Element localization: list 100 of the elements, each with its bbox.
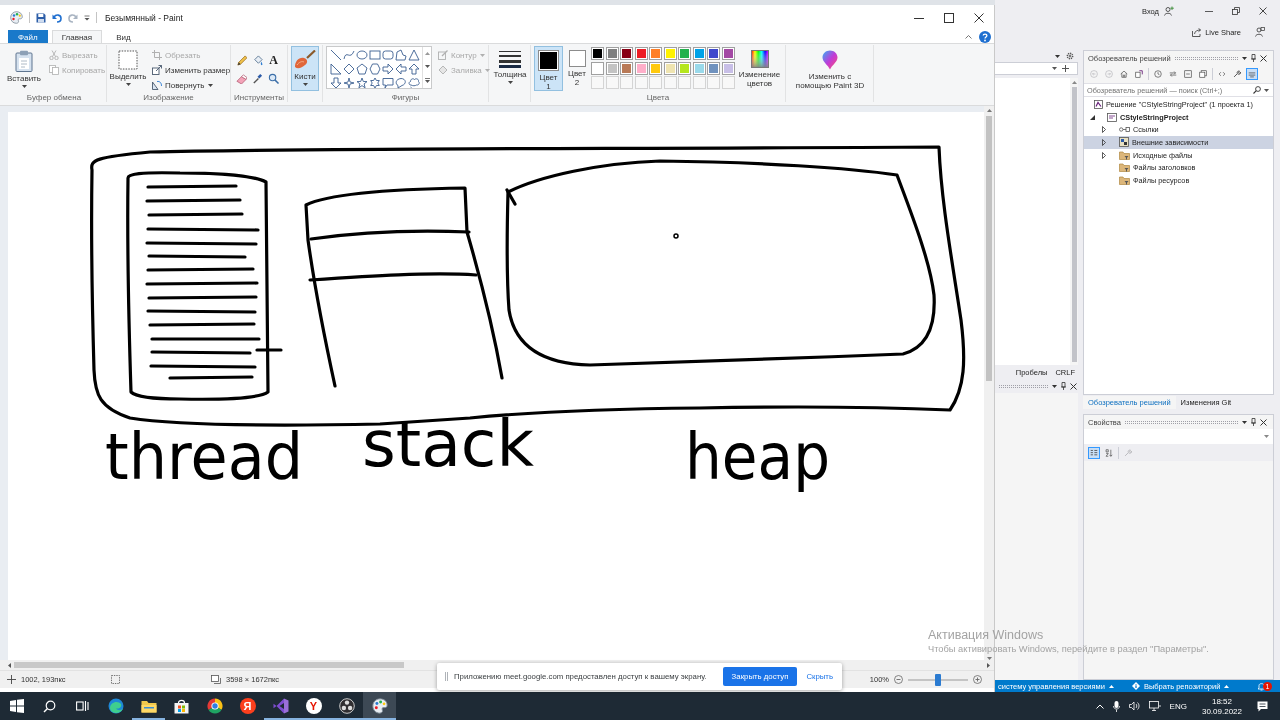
palette-swatch[interactable] <box>649 47 662 60</box>
feedback-person-icon[interactable] <box>1255 27 1265 37</box>
speaker-icon[interactable] <box>1128 701 1140 711</box>
resize-button[interactable]: Изменить размер <box>150 63 233 77</box>
language-indicator[interactable]: ENG <box>1169 701 1187 711</box>
right-arrow-icon[interactable] <box>381 62 394 75</box>
oval-icon[interactable] <box>355 48 368 61</box>
slider-thumb[interactable] <box>935 673 941 686</box>
notification-icon[interactable] <box>1257 700 1268 712</box>
microphone-icon[interactable] <box>1112 700 1120 712</box>
maximize-icon[interactable] <box>944 12 954 23</box>
five-point-star-icon[interactable] <box>355 76 368 89</box>
triangle-icon[interactable] <box>407 48 420 61</box>
palette-swatch[interactable] <box>591 47 604 60</box>
polygon-icon[interactable] <box>394 48 407 61</box>
primary-color-button[interactable]: Цвет 1 <box>534 46 563 91</box>
expanded-arrow-icon[interactable] <box>1090 114 1095 120</box>
up-arrow-icon[interactable] <box>407 62 420 75</box>
secondary-color-button[interactable]: Цвет 2 <box>565 46 589 91</box>
palette-swatch[interactable] <box>605 61 619 75</box>
ribbon-tab[interactable]: Главная <box>51 30 103 43</box>
pentagon-icon[interactable] <box>355 62 368 75</box>
down-arrow-icon[interactable] <box>329 76 342 89</box>
undo-icon[interactable] <box>52 12 62 23</box>
paint-3d-button[interactable]: Изменить с помощью Paint 3D <box>789 46 871 91</box>
six-point-star-icon[interactable] <box>368 76 381 89</box>
oval-callout-icon[interactable] <box>394 76 407 89</box>
home-icon[interactable] <box>1118 68 1130 80</box>
eraser-icon[interactable] <box>234 71 249 86</box>
left-arrow-icon[interactable] <box>394 62 407 75</box>
zoom-in-icon[interactable] <box>973 675 982 684</box>
text-tool[interactable]: A <box>266 53 281 68</box>
plus-icon[interactable] <box>1062 65 1069 72</box>
restore-icon[interactable] <box>1232 7 1240 15</box>
pencil-icon[interactable] <box>234 53 249 68</box>
clock-date[interactable]: 30.09.2022 <box>1201 706 1242 716</box>
chevron-up-icon[interactable] <box>1095 703 1104 709</box>
sort-list-icon[interactable] <box>1103 446 1115 459</box>
palette-swatch[interactable] <box>678 61 691 75</box>
collapsed-arrow-icon[interactable] <box>1102 151 1106 159</box>
bell-icon[interactable] <box>1257 682 1266 691</box>
taskbar-button[interactable]: Я <box>231 692 264 720</box>
size-button[interactable]: Толщина <box>492 46 528 91</box>
clock-time[interactable]: 18:52 <box>1211 696 1232 706</box>
palette-swatch[interactable] <box>620 61 633 75</box>
right-triangle-icon[interactable] <box>329 62 342 75</box>
palette-swatch[interactable] <box>605 47 619 60</box>
magnifier-icon[interactable] <box>266 71 281 86</box>
palette-swatch[interactable] <box>634 47 648 60</box>
palette-swatch[interactable] <box>707 47 720 60</box>
rectangle-icon[interactable] <box>368 48 381 61</box>
taskbar-button[interactable] <box>363 692 396 720</box>
collapse-icon[interactable] <box>1182 68 1194 80</box>
customize-caret-icon[interactable] <box>84 14 90 21</box>
save-icon[interactable] <box>36 12 46 23</box>
pin-icon[interactable] <box>1251 418 1256 426</box>
sync-arrows-icon[interactable] <box>1167 68 1179 80</box>
palette-swatch[interactable] <box>707 61 720 75</box>
palette-swatch[interactable] <box>663 61 677 75</box>
window-switch-icon[interactable] <box>1133 68 1145 80</box>
rectangle-callout-icon[interactable] <box>381 76 394 89</box>
palette-swatch[interactable] <box>721 47 735 60</box>
palette-swatch[interactable] <box>649 61 662 75</box>
close-icon[interactable] <box>1260 54 1267 62</box>
gear-icon[interactable] <box>1066 52 1074 60</box>
palette-swatch[interactable] <box>692 61 706 75</box>
picker-icon[interactable] <box>250 71 265 86</box>
palette-swatch[interactable] <box>721 61 735 75</box>
diamond-icon[interactable] <box>342 62 355 75</box>
pin-icon[interactable] <box>1061 382 1066 390</box>
palette-swatch[interactable] <box>678 47 691 60</box>
category-list-icon[interactable] <box>1088 446 1100 459</box>
close-icon[interactable] <box>1070 382 1077 390</box>
curve-icon[interactable] <box>342 48 355 61</box>
palette-swatch[interactable] <box>692 47 706 60</box>
close-icon[interactable] <box>1260 418 1267 426</box>
ribbon-tab[interactable]: Файл <box>8 30 48 43</box>
ribbon-tab[interactable]: Вид <box>106 30 141 43</box>
person-plus-icon[interactable] <box>1164 6 1174 16</box>
rounded-rectangle-icon[interactable] <box>381 48 394 61</box>
scrollbar-thumb[interactable] <box>986 116 992 381</box>
palette-swatch[interactable] <box>591 61 604 75</box>
edit-colors-button[interactable]: Изменение цветов <box>736 46 783 91</box>
line-icon[interactable] <box>329 48 342 61</box>
rotate-button[interactable]: Повернуть <box>150 78 233 92</box>
palette-swatch[interactable] <box>663 47 677 60</box>
scrollbar-thumb[interactable] <box>14 662 404 668</box>
brushes-button[interactable]: Кисти <box>291 46 319 91</box>
close-icon[interactable] <box>974 12 984 23</box>
collapse-ribbon-icon[interactable] <box>965 34 972 39</box>
dropdown-field[interactable] <box>995 62 1078 75</box>
zoom-out-icon[interactable] <box>894 675 903 684</box>
four-point-star-icon[interactable] <box>342 76 355 89</box>
pages-icon[interactable] <box>1197 68 1209 80</box>
collapsed-arrow-icon[interactable] <box>1102 126 1106 134</box>
help-icon[interactable] <box>979 30 991 43</box>
palette-swatch[interactable] <box>634 61 648 75</box>
scrollbar-thumb[interactable] <box>1071 87 1077 362</box>
preview-icon[interactable] <box>1246 68 1258 80</box>
clock-icon[interactable] <box>1152 68 1164 80</box>
